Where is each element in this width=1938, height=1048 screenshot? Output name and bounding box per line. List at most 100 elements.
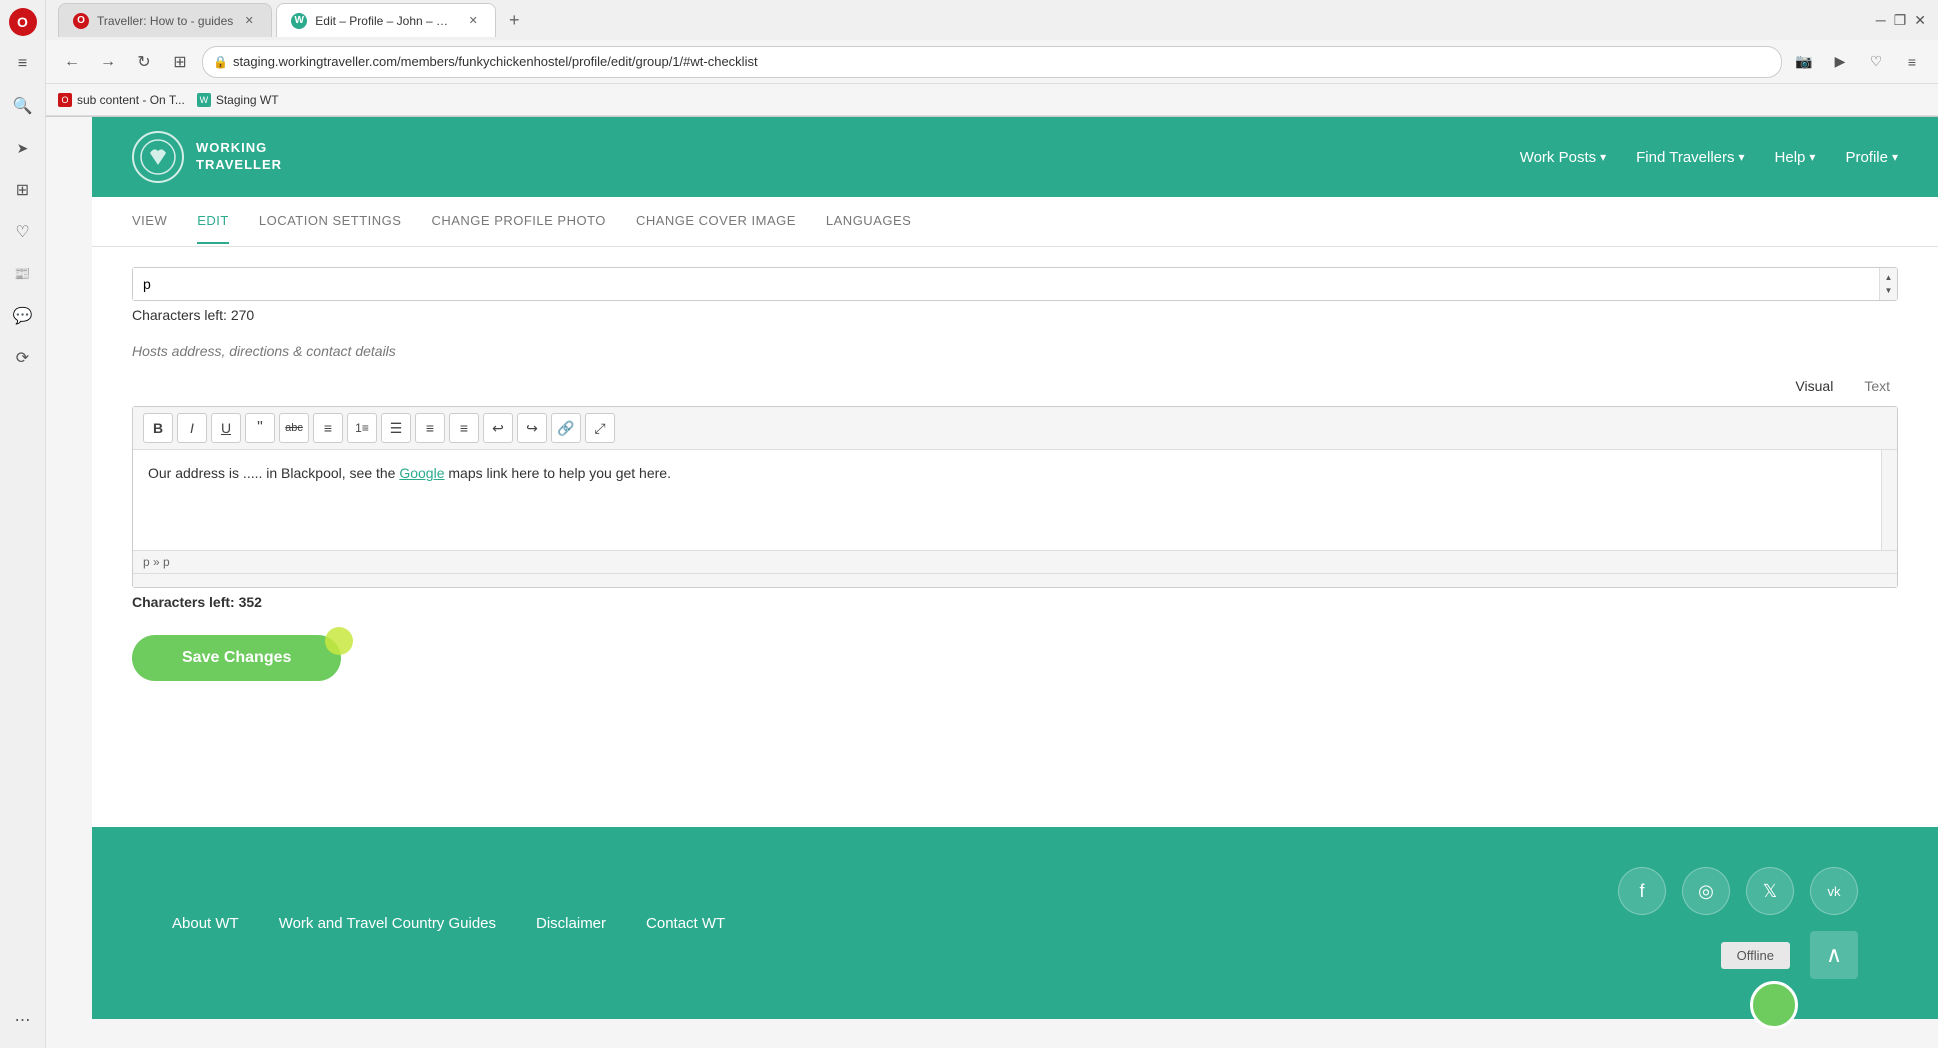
align-center-btn[interactable]: ≡ — [415, 413, 445, 443]
browser-tab-1[interactable]: O Traveller: How to - guides ✕ — [58, 3, 272, 37]
bookmark-1[interactable]: O sub content - On T... — [58, 93, 185, 107]
favorites-button[interactable]: ♡ — [1862, 48, 1890, 76]
opera-logo-icon[interactable]: O — [9, 8, 37, 36]
more-icon[interactable]: ⋯ — [5, 1002, 41, 1038]
subnav-change-profile-photo[interactable]: CHANGE PROFILE PHOTO — [431, 199, 605, 244]
browser-chrome: O Traveller: How to - guides ✕ W Edit – … — [46, 0, 1938, 117]
fullscreen-btn[interactable]: ⤢ — [585, 413, 615, 443]
tab1-close[interactable]: ✕ — [241, 13, 257, 29]
site-footer: About WT Work and Travel Country Guides … — [92, 827, 1938, 1019]
bold-btn[interactable]: B — [143, 413, 173, 443]
bullet-list-btn[interactable]: ≡ — [313, 413, 343, 443]
google-link[interactable]: Google — [399, 465, 444, 481]
facebook-icon: f — [1639, 881, 1644, 902]
bookmark-2[interactable]: W Staging WT — [197, 93, 279, 107]
restore-button[interactable]: ❐ — [1894, 12, 1907, 29]
instagram-button[interactable]: ◎ — [1682, 867, 1730, 915]
offline-badge: Offline — [1721, 942, 1790, 969]
page-wrapper: WORKINGTRAVELLER Work Posts ▾ Find Trave… — [92, 117, 1938, 1019]
minimize-button[interactable]: ─ — [1876, 12, 1886, 29]
logo-text: WORKINGTRAVELLER — [196, 140, 282, 174]
tab2-favicon: W — [291, 13, 307, 29]
subnav-languages[interactable]: LANGUAGES — [826, 199, 911, 244]
vk-icon: vk — [1828, 884, 1841, 899]
sub-nav: VIEW EDIT LOCATION SETTINGS CHANGE PROFI… — [92, 197, 1938, 247]
subnav-location-settings[interactable]: LOCATION SETTINGS — [259, 199, 402, 244]
camera-button[interactable]: 📷 — [1790, 48, 1818, 76]
footer-right: f ◎ 𝕏 vk Offline ∧ — [1618, 867, 1858, 979]
top-field-section: ▲ ▼ Characters left: 270 — [132, 267, 1898, 323]
send-icon[interactable]: ➤ — [5, 130, 41, 166]
editor-footer: p » p — [133, 550, 1897, 573]
settings-icon[interactable]: ≡ — [5, 46, 41, 82]
nav-find-travellers[interactable]: Find Travellers ▾ — [1636, 149, 1744, 166]
vk-button[interactable]: vk — [1810, 867, 1858, 915]
tab-grid-button[interactable]: ⊞ — [166, 48, 194, 76]
address-bar[interactable]: 🔒 staging.workingtraveller.com/members/f… — [202, 46, 1782, 78]
strikethrough-btn[interactable]: abc — [279, 413, 309, 443]
footer-links: About WT Work and Travel Country Guides … — [172, 915, 725, 932]
nav-help[interactable]: Help ▾ — [1775, 149, 1816, 166]
history-icon[interactable]: ⟳ — [5, 340, 41, 376]
find-travellers-chevron: ▾ — [1739, 150, 1745, 164]
facebook-button[interactable]: f — [1618, 867, 1666, 915]
tab2-close[interactable]: ✕ — [465, 13, 481, 29]
help-chevron: ▾ — [1809, 150, 1815, 164]
field-hint: Hosts address, directions & contact deta… — [132, 343, 1898, 359]
blockquote-btn[interactable]: " — [245, 413, 275, 443]
numbered-list-btn[interactable]: 1≡ — [347, 413, 377, 443]
editor-mode-toggle: Visual Text — [132, 374, 1898, 398]
align-right-btn[interactable]: ≡ — [449, 413, 479, 443]
text-mode-button[interactable]: Text — [1856, 374, 1898, 398]
site-logo[interactable]: WORKINGTRAVELLER — [132, 131, 282, 183]
align-left-btn[interactable]: ☰ — [381, 413, 411, 443]
heart-icon[interactable]: ♡ — [5, 214, 41, 250]
browser-toolbar: ← → ↻ ⊞ 🔒 staging.workingtraveller.com/m… — [46, 40, 1938, 84]
search-icon[interactable]: 🔍 — [5, 88, 41, 124]
italic-btn[interactable]: I — [177, 413, 207, 443]
top-input-scrollbar[interactable]: ▲ ▼ — [1879, 268, 1897, 300]
news-icon[interactable]: 📰 — [5, 256, 41, 292]
forward-button[interactable]: → — [94, 48, 122, 76]
footer-disclaimer[interactable]: Disclaimer — [536, 915, 606, 932]
subnav-view[interactable]: VIEW — [132, 199, 167, 244]
footer-socials: f ◎ 𝕏 vk — [1618, 867, 1858, 915]
link-btn[interactable]: 🔗 — [551, 413, 581, 443]
editor-scrollbar[interactable] — [1881, 450, 1897, 550]
close-button[interactable]: ✕ — [1914, 12, 1926, 29]
bookmark2-label: Staging WT — [216, 93, 279, 107]
nav-profile[interactable]: Profile ▾ — [1845, 149, 1898, 166]
undo-btn[interactable]: ↩ — [483, 413, 513, 443]
back-button[interactable]: ← — [58, 48, 86, 76]
subnav-edit[interactable]: EDIT — [197, 199, 229, 244]
top-chars-left: Characters left: 270 — [132, 307, 1898, 323]
twitter-button[interactable]: 𝕏 — [1746, 867, 1794, 915]
underline-btn[interactable]: U — [211, 413, 241, 443]
cast-button[interactable]: ▶ — [1826, 48, 1854, 76]
apps-icon[interactable]: ⊞ — [5, 172, 41, 208]
visual-mode-button[interactable]: Visual — [1787, 374, 1841, 398]
editor-bottom-scrollbar[interactable] — [133, 573, 1897, 587]
subnav-change-cover-image[interactable]: CHANGE COVER IMAGE — [636, 199, 796, 244]
browser-tab-2[interactable]: W Edit – Profile – John – Wor... ✕ — [276, 3, 496, 37]
nav-work-posts[interactable]: Work Posts ▾ — [1520, 149, 1606, 166]
main-content: ▲ ▼ Characters left: 270 Hosts address, … — [92, 247, 1938, 827]
tab1-favicon: O — [73, 13, 89, 29]
footer-about-wt[interactable]: About WT — [172, 915, 239, 932]
user-avatar[interactable] — [1750, 981, 1798, 1029]
menu-button[interactable]: ≡ — [1898, 48, 1926, 76]
rich-text-editor: B I U " abc ≡ 1≡ ☰ ≡ ≡ ↩ ↪ 🔗 ⤢ — [132, 406, 1898, 588]
back-to-top-button[interactable]: ∧ — [1810, 931, 1858, 979]
editor-content[interactable]: Our address is ..... in Blackpool, see t… — [133, 450, 1881, 550]
bookmark1-favicon: O — [58, 93, 72, 107]
new-tab-button[interactable]: + — [500, 6, 528, 34]
refresh-button[interactable]: ↻ — [130, 48, 158, 76]
bookmark1-label: sub content - On T... — [77, 93, 185, 107]
redo-btn[interactable]: ↪ — [517, 413, 547, 443]
save-changes-button[interactable]: Save Changes — [132, 635, 341, 681]
top-text-input[interactable] — [133, 268, 1879, 300]
footer-country-guides[interactable]: Work and Travel Country Guides — [279, 915, 496, 932]
footer-contact-wt[interactable]: Contact WT — [646, 915, 725, 932]
messenger-icon[interactable]: 💬 — [5, 298, 41, 334]
cursor-indicator — [325, 627, 353, 655]
